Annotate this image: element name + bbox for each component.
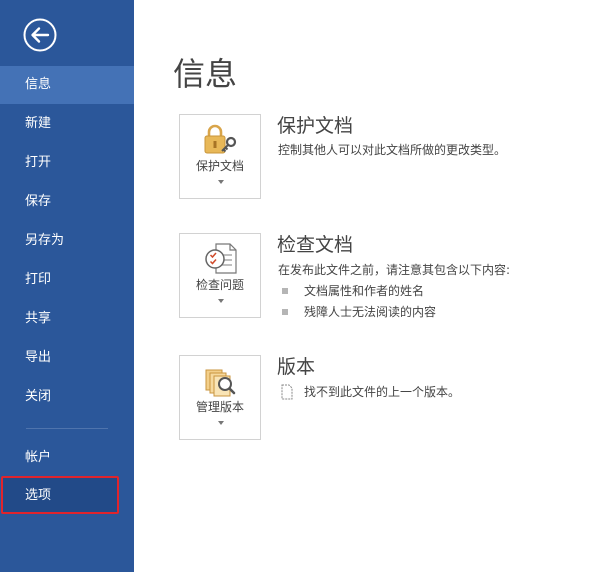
versions-section-description: 找不到此文件的上一个版本。 (304, 385, 461, 399)
protect-section-title: 保护文档 (277, 115, 354, 137)
dropdown-caret-icon (218, 180, 224, 184)
back-arrow-icon (23, 18, 57, 52)
versions-magnifier-icon (205, 369, 236, 397)
check-for-issues-button-label: 检查问题 (195, 278, 244, 292)
versions-section-title: 版本 (277, 356, 316, 378)
check-for-issues-button[interactable]: 检查问题 (179, 233, 261, 318)
inspect-section-title: 检查文档 (277, 234, 354, 256)
inspect-item-properties: 文档属性和作者的姓名 (304, 284, 425, 298)
back-button[interactable] (22, 17, 58, 53)
manage-versions-button[interactable]: 管理版本 (179, 355, 261, 440)
bullet-marker (282, 309, 288, 315)
nav-item-save-as[interactable]: 另存为 (0, 222, 134, 260)
protect-document-button[interactable]: 保护文档 (179, 114, 261, 199)
nav-item-account[interactable]: 帐户 (0, 439, 134, 477)
nav-item-export[interactable]: 导出 (0, 339, 134, 377)
inspect-document-icon (205, 243, 237, 274)
dropdown-caret-icon (218, 421, 224, 425)
nav-item-open[interactable]: 打开 (0, 144, 134, 182)
nav-item-save[interactable]: 保存 (0, 183, 134, 221)
protect-section-description: 控制其他人可以对此文档所做的更改类型。 (278, 143, 507, 157)
dropdown-caret-icon (218, 299, 224, 303)
nav-item-share[interactable]: 共享 (0, 300, 134, 338)
manage-versions-button-label: 管理版本 (195, 400, 244, 414)
inspect-item-accessibility: 残障人士无法阅读的内容 (304, 305, 437, 319)
nav-item-info[interactable]: 信息 (0, 66, 134, 104)
page-title: 信息 (173, 55, 238, 93)
protect-document-button-label: 保护文档 (195, 159, 244, 173)
nav-item-options[interactable]: 选项 (0, 477, 134, 515)
lock-key-icon (204, 124, 237, 154)
nav-item-new[interactable]: 新建 (0, 105, 134, 143)
nav-item-print[interactable]: 打印 (0, 261, 134, 299)
bullet-marker (282, 288, 288, 294)
document-icon (281, 384, 293, 400)
nav-item-close[interactable]: 关闭 (0, 378, 134, 416)
inspect-section-description: 在发布此文件之前，请注意其包含以下内容: (278, 263, 511, 277)
nav-divider (26, 428, 108, 429)
backstage-sidebar: 信息 新建 打开 保存 另存为 打印 共享 导出 关闭 帐户 选项 (0, 0, 134, 572)
